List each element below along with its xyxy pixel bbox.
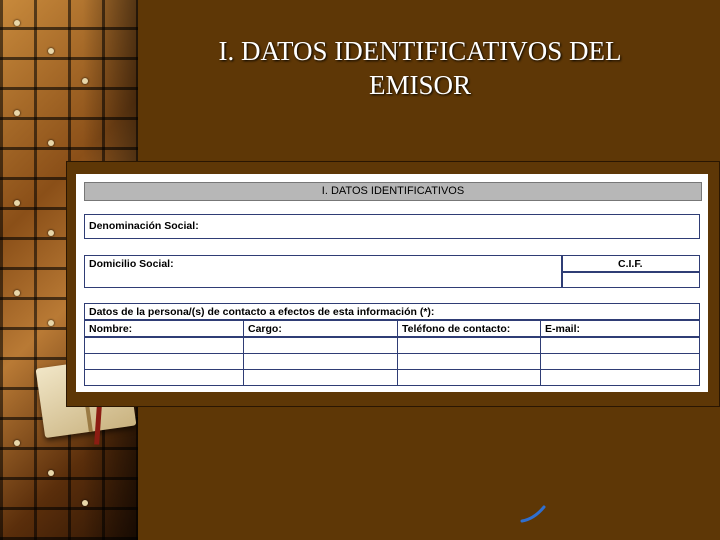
form-header: I. DATOS IDENTIFICATIVOS [84,182,702,201]
slide-title-line2: EMISOR [368,70,471,100]
table-cell [397,353,541,370]
drawer-knob [82,78,88,84]
drawer-knob [14,20,20,26]
drawer-knob [14,440,20,446]
drawer-knob [48,140,54,146]
denominacion-social-label: Denominación Social: [89,220,199,232]
column-label-cargo: Cargo: [248,323,282,335]
drawer-knob [14,200,20,206]
drawer-knob [82,500,88,506]
table-cell [243,353,398,370]
table-cell [540,353,700,370]
contacto-label: Datos de la persona/(s) de contacto a ef… [89,306,435,318]
column-label-nombre: Nombre: [89,323,133,335]
table-cell [243,369,398,386]
table-cell [243,337,398,354]
slide-title: I. DATOS IDENTIFICATIVOS DEL EMISOR [150,34,690,102]
cif-field [562,272,700,288]
table-cell [397,337,541,354]
drawer-knob [48,470,54,476]
drawer-knob [48,320,54,326]
domicilio-social-label: Domicilio Social: [89,258,174,270]
slide: I. DATOS IDENTIFICATIVOS DEL EMISOR I. D… [0,0,720,540]
identification-form: I. DATOS IDENTIFICATIVOS Denominación So… [76,174,708,392]
drawer-knob [48,230,54,236]
slide-title-line1: I. DATOS IDENTIFICATIVOS DEL [218,36,622,66]
cif-label: C.I.F. [618,258,643,270]
table-cell [540,369,700,386]
column-label-email: E-mail: [545,323,581,335]
table-cell [84,353,244,370]
column-label-telefono: Teléfono de contacto: [402,323,511,335]
drawer-knob [14,110,20,116]
table-cell [84,369,244,386]
table-cell [84,337,244,354]
drawer-knob [48,48,54,54]
table-cell [397,369,541,386]
table-cell [540,337,700,354]
decorative-swoosh-icon [520,505,546,523]
drawer-knob [14,290,20,296]
